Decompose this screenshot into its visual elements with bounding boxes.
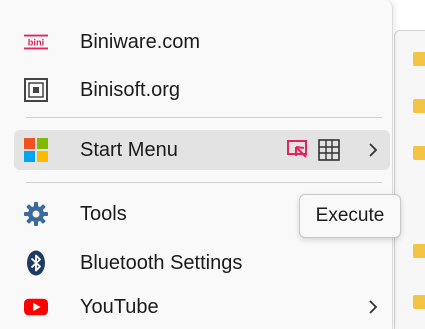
tooltip: Execute — [299, 194, 401, 238]
biniware-logo-text: bini — [28, 38, 44, 48]
screen: bini Biniware.com Binisoft.org Start Men… — [0, 0, 425, 329]
menu-item-biniware[interactable]: bini Biniware.com — [14, 22, 390, 62]
menu-item-label: Start Menu — [80, 139, 178, 161]
menu-item-label: Tools — [80, 203, 127, 225]
menu-separator — [26, 182, 382, 183]
execute-icon[interactable] — [287, 139, 309, 161]
menu-item-label: YouTube — [80, 296, 159, 318]
menu-item-youtube[interactable]: YouTube — [14, 287, 390, 327]
menu-item-label: Binisoft.org — [80, 79, 181, 101]
menu-item-label: Biniware.com — [80, 31, 201, 53]
youtube-icon — [24, 295, 48, 319]
grid-icon[interactable] — [318, 139, 340, 161]
gear-icon — [24, 202, 48, 226]
folder-icon — [413, 295, 425, 309]
folder-icon — [413, 146, 425, 160]
bluetooth-icon — [24, 250, 48, 276]
folder-icon — [413, 244, 425, 258]
binisoft-logo-icon — [24, 78, 48, 102]
windows-start-icon — [24, 138, 48, 162]
menu-item-bluetooth-settings[interactable]: Bluetooth Settings — [14, 243, 390, 283]
menu-item-binisoft[interactable]: Binisoft.org — [14, 70, 390, 110]
context-menu: bini Biniware.com Binisoft.org Start Men… — [0, 0, 393, 329]
chevron-right-icon — [366, 297, 380, 317]
background-window — [394, 30, 425, 329]
menu-item-label: Bluetooth Settings — [80, 252, 243, 274]
folder-icon — [413, 99, 425, 113]
menu-separator — [26, 117, 382, 118]
tooltip-text: Execute — [315, 205, 385, 226]
folder-icon — [413, 52, 425, 66]
biniware-logo-icon: bini — [24, 30, 48, 54]
menu-item-start-menu[interactable]: Start Menu — [14, 130, 390, 170]
chevron-right-icon — [366, 140, 380, 160]
